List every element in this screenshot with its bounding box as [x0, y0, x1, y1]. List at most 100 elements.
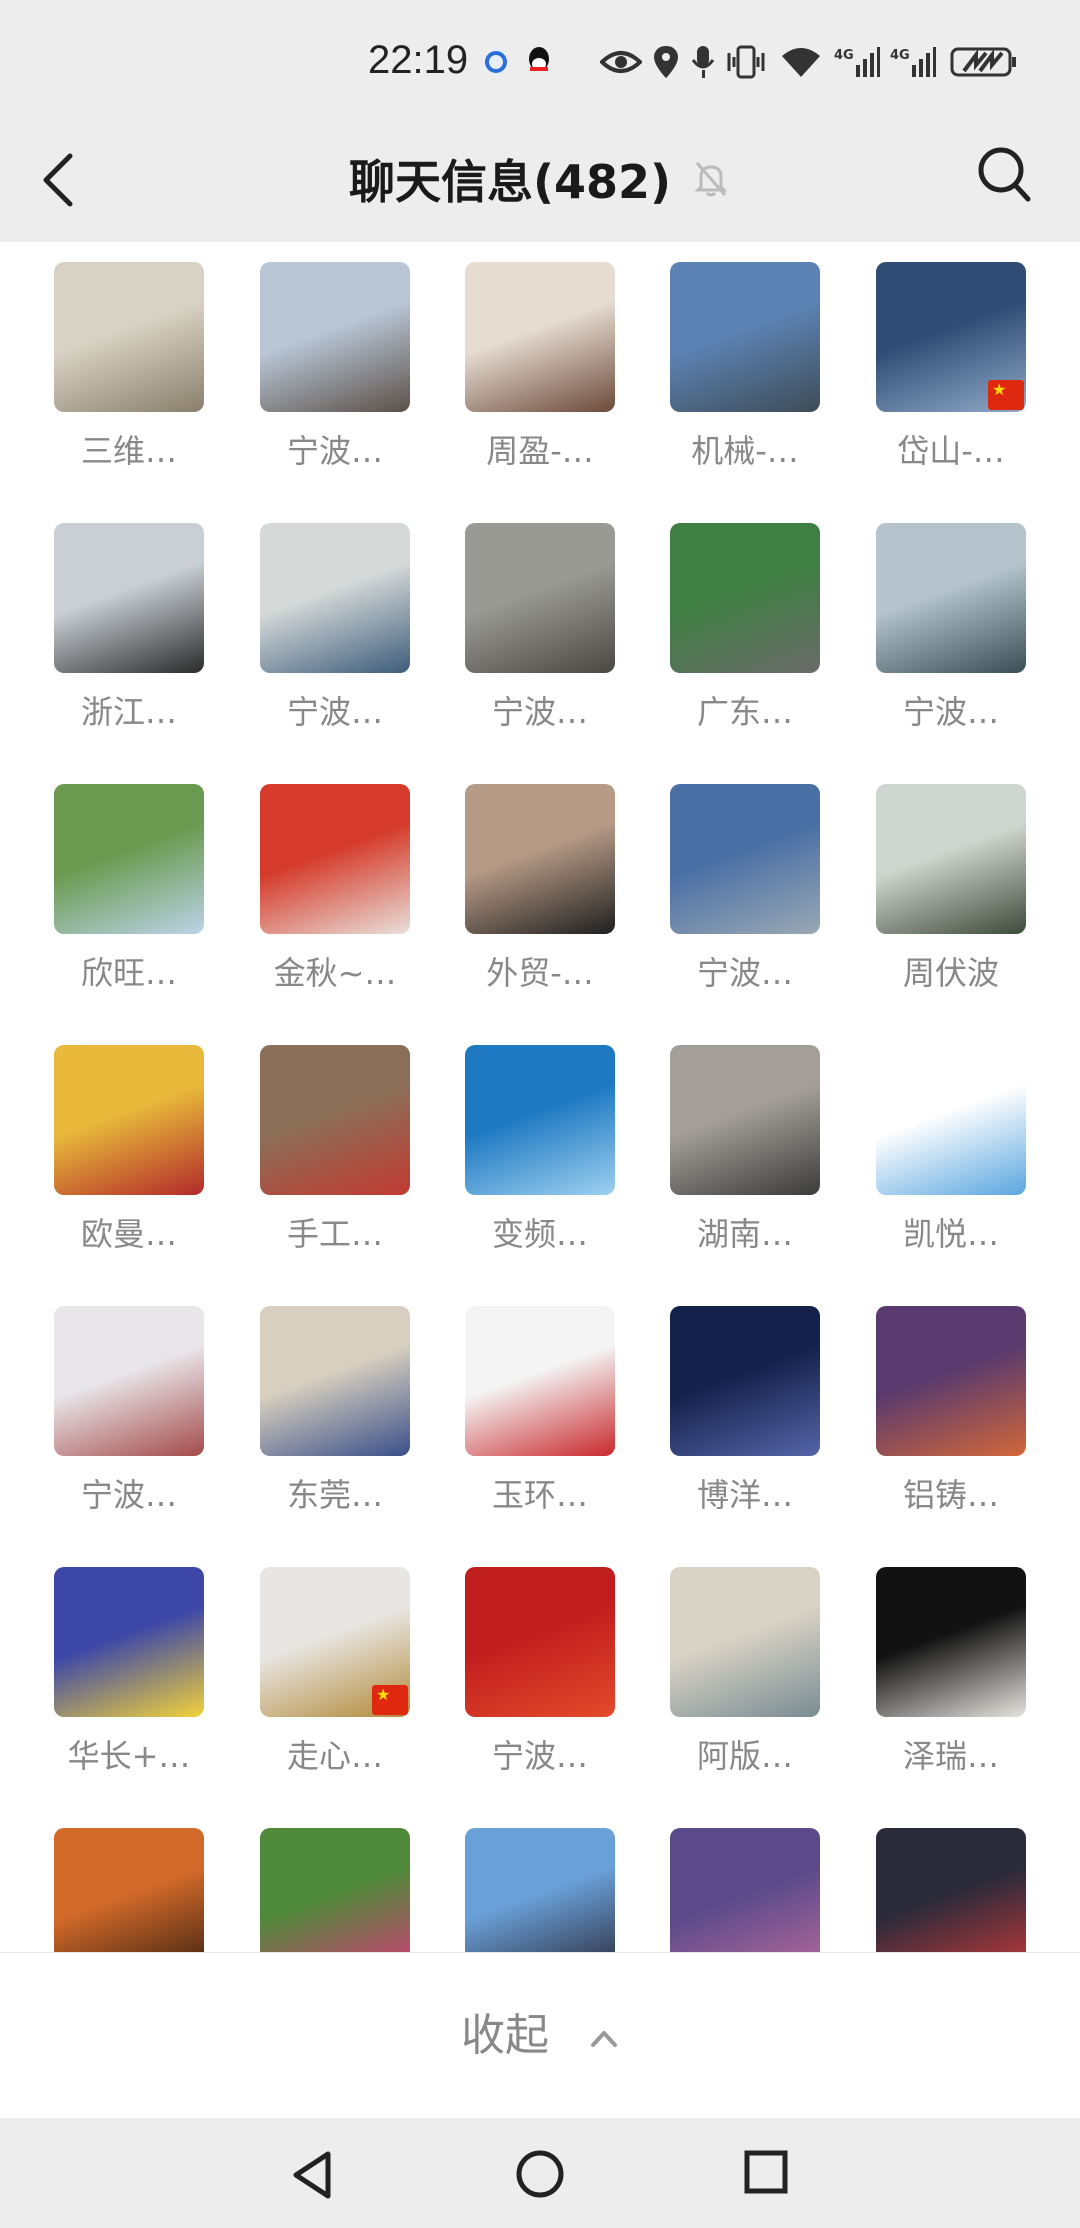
member-name: 泽瑞…	[902, 1737, 999, 1775]
collapse-bar[interactable]: 收起	[0, 1952, 1080, 2119]
avatar[interactable]	[876, 1828, 1026, 1952]
avatar[interactable]	[670, 262, 820, 412]
avatar[interactable]	[670, 1567, 820, 1717]
member-item[interactable]: 岱山-…	[826, 242, 1032, 472]
avatar[interactable]	[465, 1045, 615, 1195]
member-item[interactable]: 变频…	[415, 1025, 621, 1255]
member-item[interactable]: 宁波…	[210, 242, 416, 472]
avatar[interactable]	[876, 1045, 1026, 1195]
member-item[interactable]: 走心…	[210, 1547, 416, 1777]
avatar[interactable]	[54, 1828, 204, 1952]
search-icon[interactable]	[976, 144, 1032, 204]
member-item[interactable]: 周盈-…	[415, 242, 621, 472]
member-item[interactable]: 手工…	[210, 1025, 416, 1255]
signal-4g-icon: 4G	[834, 47, 880, 77]
status-bar: 22:19 4G 4G	[0, 0, 1080, 118]
member-item[interactable]: 机械-…	[620, 242, 826, 472]
avatar[interactable]	[465, 1567, 615, 1717]
page-title: 聊天信息(482)	[348, 155, 672, 209]
avatar[interactable]	[54, 1567, 204, 1717]
flag-badge-icon	[988, 380, 1024, 410]
avatar[interactable]	[465, 262, 615, 412]
member-item[interactable]: 博洋…	[620, 1286, 826, 1516]
member-item[interactable]: 铝铸…	[826, 1286, 1032, 1516]
member-item[interactable]: 宁波…	[826, 503, 1032, 733]
member-item[interactable]: 凯悦…	[826, 1025, 1032, 1255]
chevron-up-icon[interactable]	[589, 2023, 619, 2053]
avatar[interactable]	[260, 1567, 410, 1717]
member-item[interactable]: 宁波…	[415, 1547, 621, 1777]
nav-recents-icon[interactable]	[742, 2148, 790, 2196]
app-notification-icon	[482, 48, 510, 76]
member-item[interactable]: 欧曼…	[4, 1025, 210, 1255]
member-item[interactable]: 湖南…	[620, 1025, 826, 1255]
member-item[interactable]: 浙江…	[4, 503, 210, 733]
avatar[interactable]	[260, 262, 410, 412]
avatar[interactable]	[670, 784, 820, 934]
member-item[interactable]	[826, 1808, 1032, 1952]
avatar[interactable]	[670, 523, 820, 673]
member-item[interactable]: 玉环…	[415, 1286, 621, 1516]
avatar[interactable]	[876, 1306, 1026, 1456]
member-item[interactable]: 阿版…	[620, 1547, 826, 1777]
member-name: 宁波…	[902, 693, 999, 731]
vibrate-icon	[727, 45, 765, 79]
nav-home-icon[interactable]	[514, 2148, 566, 2200]
member-name: 周伏波	[902, 954, 999, 992]
svg-text:4G: 4G	[890, 48, 910, 63]
member-item[interactable]: 宁波…	[210, 503, 416, 733]
avatar[interactable]	[54, 523, 204, 673]
chat-info-header: 聊天信息(482)	[0, 118, 1080, 242]
avatar[interactable]	[670, 1828, 820, 1952]
member-item[interactable]: 华长+…	[4, 1547, 210, 1777]
status-time: 22:19	[368, 38, 469, 82]
avatar[interactable]	[876, 1567, 1026, 1717]
avatar[interactable]	[465, 1828, 615, 1952]
member-item[interactable]: 宁波…	[415, 503, 621, 733]
avatar[interactable]	[260, 784, 410, 934]
member-item[interactable]: 三维…	[4, 242, 210, 472]
avatar[interactable]	[260, 1045, 410, 1195]
member-item[interactable]	[415, 1808, 621, 1952]
member-item[interactable]: 广东…	[620, 503, 826, 733]
member-name: 铝铸…	[902, 1476, 999, 1514]
battery-charging-icon	[950, 47, 1016, 77]
avatar[interactable]	[876, 523, 1026, 673]
avatar[interactable]	[54, 1045, 204, 1195]
member-item[interactable]: 周伏波	[826, 764, 1032, 994]
avatar[interactable]	[465, 784, 615, 934]
member-item[interactable]: 宁波…	[620, 764, 826, 994]
avatar[interactable]	[876, 784, 1026, 934]
flag-badge-icon	[372, 1685, 408, 1715]
avatar[interactable]	[260, 1828, 410, 1952]
avatar[interactable]	[465, 523, 615, 673]
signal-4g-icon: 4G	[890, 47, 936, 77]
wifi-icon	[782, 48, 820, 77]
member-grid: 三维…宁波…周盈-…机械-…岱山-…浙江…宁波…宁波…广东…宁波…欣旺…金秋~……	[0, 242, 1080, 1952]
member-item[interactable]	[4, 1808, 210, 1952]
member-item[interactable]: 宁波…	[4, 1286, 210, 1516]
avatar[interactable]	[54, 1306, 204, 1456]
collapse-label[interactable]: 收起	[461, 2010, 549, 2061]
avatar[interactable]	[670, 1045, 820, 1195]
qq-icon	[529, 47, 549, 71]
member-item[interactable]	[210, 1808, 416, 1952]
member-item[interactable]: 欣旺…	[4, 764, 210, 994]
avatar[interactable]	[54, 262, 204, 412]
avatar[interactable]	[260, 1306, 410, 1456]
member-item[interactable]: 外贸-…	[415, 764, 621, 994]
member-item[interactable]: 金秋~…	[210, 764, 416, 994]
nav-back-icon[interactable]	[288, 2148, 338, 2202]
mute-bell-icon	[694, 162, 728, 197]
member-name: 岱山-…	[897, 432, 1005, 470]
member-item[interactable]: 东莞…	[210, 1286, 416, 1516]
location-icon	[654, 46, 678, 78]
member-item[interactable]: 泽瑞…	[826, 1547, 1032, 1777]
system-nav-bar	[0, 2118, 1080, 2228]
avatar[interactable]	[670, 1306, 820, 1456]
avatar[interactable]	[54, 784, 204, 934]
member-item[interactable]	[620, 1808, 826, 1952]
avatar[interactable]	[260, 523, 410, 673]
avatar[interactable]	[465, 1306, 615, 1456]
avatar[interactable]	[876, 262, 1026, 412]
